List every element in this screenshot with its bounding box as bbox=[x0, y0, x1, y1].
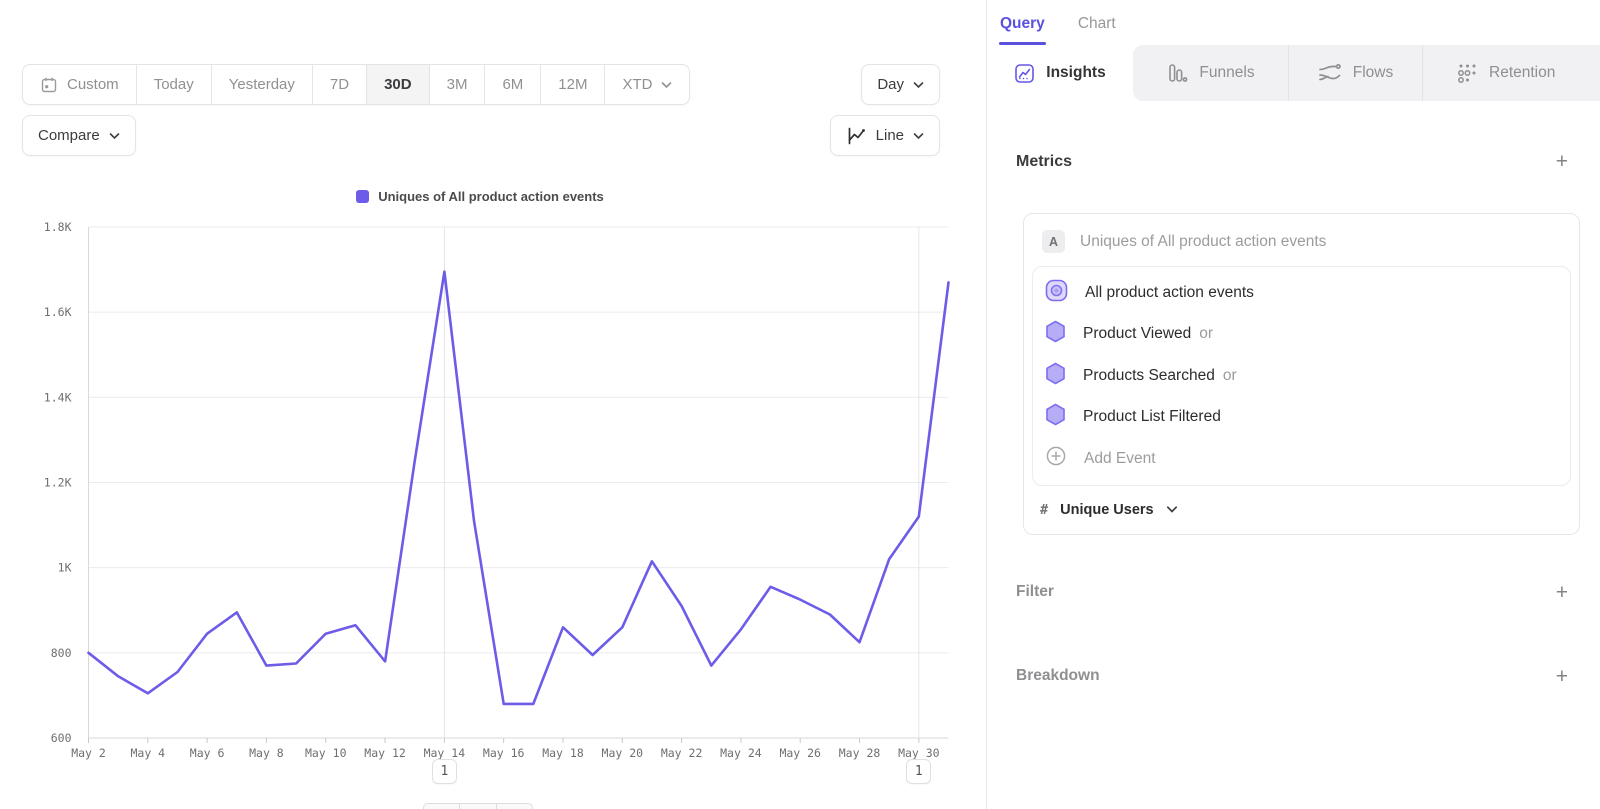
event-hexagon-icon bbox=[1045, 362, 1066, 390]
svg-text:May 20: May 20 bbox=[602, 746, 644, 760]
svg-text:May 6: May 6 bbox=[190, 746, 225, 760]
svg-text:1.2K: 1.2K bbox=[44, 476, 72, 490]
svg-text:May 16: May 16 bbox=[483, 746, 525, 760]
tab-query[interactable]: Query bbox=[999, 13, 1046, 45]
event-hexagon-icon bbox=[1045, 403, 1066, 431]
svg-text:800: 800 bbox=[51, 646, 72, 660]
svg-text:May 26: May 26 bbox=[779, 746, 821, 760]
chevron-down-icon bbox=[1166, 505, 1178, 514]
event-list-card: All product action events Product Viewed… bbox=[1032, 266, 1571, 486]
annotation-marker[interactable]: 1 bbox=[906, 759, 931, 784]
event-group-icon bbox=[1045, 279, 1068, 307]
svg-text:May 14: May 14 bbox=[424, 746, 466, 760]
add-event-button[interactable]: Add Event bbox=[1045, 438, 1558, 480]
insights-report-page: Custom Today Yesterday 7D 30D 3M 6M 12M … bbox=[0, 0, 1600, 809]
add-metric-button[interactable]: + bbox=[1556, 151, 1568, 172]
breakdown-label: Breakdown bbox=[1016, 667, 1100, 685]
svg-text:May 24: May 24 bbox=[720, 746, 762, 760]
annotation-marker[interactable]: 1 bbox=[432, 759, 457, 784]
metrics-title: Metrics bbox=[1016, 153, 1072, 171]
series-badge: A bbox=[1042, 230, 1065, 253]
svg-text:May 18: May 18 bbox=[542, 746, 584, 760]
breakdown-section-header: Breakdown + bbox=[1016, 666, 1568, 687]
add-filter-button[interactable]: + bbox=[1556, 582, 1568, 603]
query-panel: Query Chart Insights bbox=[986, 0, 1600, 809]
report-type-tabs: Insights Funnels bbox=[987, 45, 1600, 101]
event-row-product-list-filtered[interactable]: Product List Filtered bbox=[1045, 397, 1558, 439]
event-row-products-searched[interactable]: Products Searched or bbox=[1045, 355, 1558, 397]
svg-text:May 22: May 22 bbox=[661, 746, 703, 760]
tab-flows[interactable]: Flows bbox=[1288, 45, 1422, 101]
event-hexagon-icon bbox=[1045, 320, 1066, 348]
svg-text:May 12: May 12 bbox=[364, 746, 406, 760]
count-type-select[interactable]: # Unique Users bbox=[1032, 486, 1571, 524]
metric-card: A Uniques of All product action events A… bbox=[1023, 213, 1580, 535]
svg-text:May 8: May 8 bbox=[249, 746, 284, 760]
event-row-product-viewed[interactable]: Product Viewed or bbox=[1045, 314, 1558, 356]
svg-text:May 4: May 4 bbox=[130, 746, 165, 760]
svg-text:May 2: May 2 bbox=[71, 746, 106, 760]
retention-icon bbox=[1457, 62, 1478, 84]
funnels-icon bbox=[1166, 62, 1188, 84]
panel-tabs: Query Chart bbox=[987, 0, 1600, 45]
svg-text:1.8K: 1.8K bbox=[44, 220, 72, 234]
tab-funnels[interactable]: Funnels bbox=[1133, 45, 1288, 101]
svg-text:May 30: May 30 bbox=[898, 746, 940, 760]
tab-insights[interactable]: Insights bbox=[987, 45, 1133, 101]
series-title: Uniques of All product action events bbox=[1080, 233, 1326, 251]
event-row-all-product-action-events[interactable]: All product action events bbox=[1045, 272, 1558, 314]
chart-panel: Custom Today Yesterday 7D 30D 3M 6M 12M … bbox=[0, 0, 986, 809]
add-breakdown-button[interactable]: + bbox=[1556, 666, 1568, 687]
filter-section-header: Filter + bbox=[1016, 582, 1568, 603]
svg-text:1K: 1K bbox=[58, 561, 72, 575]
svg-text:1.4K: 1.4K bbox=[44, 390, 72, 404]
metric-series-header[interactable]: A Uniques of All product action events bbox=[1032, 226, 1571, 266]
insights-icon bbox=[1014, 63, 1035, 84]
flows-icon bbox=[1318, 63, 1342, 83]
metrics-section-header: Metrics + bbox=[1016, 151, 1568, 172]
tab-retention[interactable]: Retention bbox=[1422, 45, 1600, 101]
svg-text:1.6K: 1.6K bbox=[44, 305, 72, 319]
add-circle-icon bbox=[1045, 445, 1067, 472]
svg-text:May 10: May 10 bbox=[305, 746, 347, 760]
tab-chart[interactable]: Chart bbox=[1077, 13, 1117, 45]
svg-text:600: 600 bbox=[51, 731, 72, 745]
line-chart[interactable]: 600 800 1K 1.2K 1.4K 1.6K 1.8K May 2 May 4 May 6 M… bbox=[0, 0, 986, 809]
filter-label: Filter bbox=[1016, 583, 1054, 601]
svg-text:May 28: May 28 bbox=[839, 746, 881, 760]
hash-icon: # bbox=[1040, 502, 1048, 518]
hidden-control-partial bbox=[423, 803, 533, 809]
